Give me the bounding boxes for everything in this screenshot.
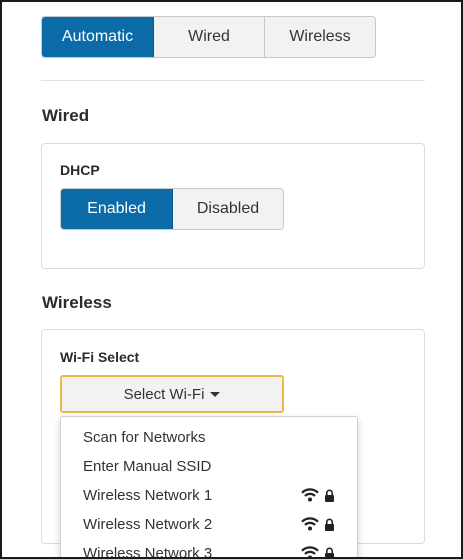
lock-icon — [324, 489, 335, 502]
menu-item-label: Enter Manual SSID — [83, 457, 212, 475]
wired-section-title: Wired — [42, 106, 90, 125]
dhcp-disabled-button[interactable]: Disabled — [173, 189, 283, 229]
mode-wireless-button[interactable]: Wireless — [265, 17, 375, 57]
menu-item-manual-ssid[interactable]: Enter Manual SSID — [83, 453, 335, 479]
menu-item-network-1[interactable]: Wireless Network 1 — [83, 482, 335, 508]
dhcp-enabled-button[interactable]: Enabled — [61, 189, 173, 229]
lock-icon — [324, 518, 335, 531]
section-divider — [41, 80, 425, 81]
menu-item-scan-networks[interactable]: Scan for Networks — [83, 424, 335, 450]
connection-mode-toggle: Automatic Wired Wireless — [41, 16, 376, 58]
menu-item-label: Scan for Networks — [83, 428, 206, 446]
wireless-section-title: Wireless — [42, 293, 112, 312]
wifi-select-label: Wi-Fi Select — [60, 349, 140, 365]
menu-item-label: Wireless Network 1 — [83, 486, 213, 504]
caret-down-icon — [210, 391, 221, 397]
menu-item-label: Wireless Network 3 — [83, 544, 213, 559]
wifi-select-dropdown-button[interactable]: Select Wi-Fi — [60, 375, 284, 413]
dhcp-toggle: Enabled Disabled — [60, 188, 284, 230]
menu-item-network-2[interactable]: Wireless Network 2 — [83, 511, 335, 537]
wifi-icon — [301, 488, 319, 502]
wifi-select-button-label: Select Wi-Fi — [123, 385, 205, 403]
lock-icon — [324, 547, 335, 557]
mode-wired-button[interactable]: Wired — [154, 17, 265, 57]
menu-item-network-3[interactable]: Wireless Network 3 — [83, 540, 335, 559]
settings-window: Automatic Wired Wireless Wired DHCP Enab… — [0, 0, 463, 559]
wifi-dropdown-menu: Scan for Networks Enter Manual SSID Wire… — [60, 416, 358, 559]
wifi-icon — [301, 546, 319, 557]
mode-automatic-button[interactable]: Automatic — [42, 17, 154, 57]
dhcp-label: DHCP — [60, 162, 100, 178]
menu-item-label: Wireless Network 2 — [83, 515, 213, 533]
wifi-icon — [301, 517, 319, 531]
